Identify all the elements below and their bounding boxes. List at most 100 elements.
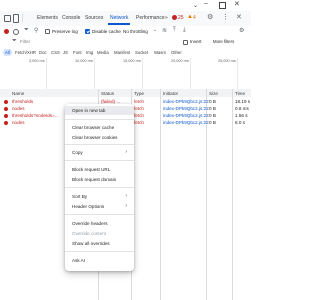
- request-initiator[interactable]: index-DPk9Qbc2.js:22: [163, 98, 209, 105]
- invert-checkbox[interactable]: [183, 39, 188, 45]
- maximize-icon[interactable]: [219, 2, 226, 9]
- inspect-element-icon[interactable]: [4, 15, 11, 22]
- menu-item-clear-cache[interactable]: Clear browser cache: [72, 125, 114, 130]
- menu-item-ask-ai[interactable]: Ask AI: [72, 258, 85, 263]
- filter-input[interactable]: Filter: [20, 39, 30, 44]
- type-fetch-xhr[interactable]: Fetch/XHR: [13, 49, 38, 56]
- error-count[interactable]: 25: [178, 15, 184, 21]
- request-type: fetch: [134, 99, 144, 104]
- timeline-tick-label: 20,000 ms: [171, 59, 189, 63]
- request-time: 0.8 ms: [235, 106, 249, 111]
- minimize-icon[interactable]: –: [204, 0, 208, 7]
- request-name: thresholds: [12, 99, 34, 104]
- tab-divider: [22, 14, 23, 22]
- menu-item-header-options[interactable]: Header Options: [72, 204, 104, 209]
- timeline-tick-label: 10,000 ms: [75, 59, 93, 63]
- request-size: 0 B: [209, 106, 216, 111]
- more-options-icon[interactable]: ⋮: [222, 13, 229, 21]
- type-socket[interactable]: Socket: [133, 49, 150, 56]
- disable-cache-label: Disable cache: [92, 28, 121, 34]
- context-menu: Open in new tab Clear browser cache Clea…: [65, 104, 134, 271]
- request-initiator[interactable]: index-DPk9Qbc2.js:22: [163, 112, 209, 119]
- clear-icon[interactable]: [13, 28, 19, 35]
- window-top-strip: ⌄ – ✕: [0, 0, 251, 11]
- filter-icon[interactable]: ⏷: [24, 27, 29, 34]
- menu-separator: [65, 119, 134, 120]
- request-size: 0 B: [209, 99, 216, 104]
- tab-console[interactable]: Console: [62, 15, 80, 21]
- request-type: fetch: [134, 120, 144, 125]
- error-icon: [4, 113, 8, 118]
- menu-item-copy[interactable]: Copy: [72, 150, 83, 155]
- menu-item-override-headers[interactable]: Override headers: [72, 221, 108, 226]
- warning-count[interactable]: 4: [193, 15, 196, 21]
- column-divider[interactable]: [98, 89, 99, 97]
- column-initiator[interactable]: Initiator: [163, 91, 178, 96]
- type-other[interactable]: Other: [169, 49, 184, 56]
- tab-sources[interactable]: Sources: [85, 15, 103, 21]
- tab-performance[interactable]: Performance: [136, 15, 165, 21]
- column-type[interactable]: Type: [134, 91, 144, 96]
- more-tabs-button[interactable]: »: [165, 15, 168, 21]
- tab-elements[interactable]: Elements: [37, 15, 58, 21]
- tab-network[interactable]: Network: [107, 15, 131, 25]
- request-name: thresholds?nodeIds=...: [12, 113, 59, 118]
- request-initiator[interactable]: index-DPk9Qbc2.js:22: [163, 105, 209, 112]
- record-icon[interactable]: [4, 28, 9, 34]
- wifi-icon[interactable]: ≋: [162, 27, 167, 34]
- type-css[interactable]: CSS: [49, 49, 62, 56]
- preserve-log-checkbox[interactable]: [45, 29, 50, 34]
- column-size[interactable]: Size: [209, 91, 218, 96]
- gear-icon[interactable]: ⚙: [207, 13, 213, 21]
- menu-item-block-domain[interactable]: Block request domain: [72, 177, 116, 182]
- network-settings-icon[interactable]: ⚙: [239, 27, 244, 34]
- close-window-icon[interactable]: ✕: [234, 0, 240, 8]
- type-img[interactable]: Img: [84, 49, 95, 56]
- column-divider: [232, 97, 233, 300]
- column-name[interactable]: Name: [12, 91, 24, 96]
- column-divider[interactable]: [232, 89, 233, 97]
- close-devtools-icon[interactable]: ✕: [236, 13, 242, 21]
- timeline-overview[interactable]: 3,000 ms 10,000 ms 15,000 ms 20,000 ms 2…: [0, 58, 251, 90]
- disable-cache-checkbox[interactable]: [85, 29, 90, 34]
- timeline-tick-label: 3,000 ms: [29, 59, 45, 63]
- column-divider[interactable]: [131, 89, 132, 97]
- error-icon: [4, 99, 8, 104]
- column-divider[interactable]: [160, 89, 161, 97]
- search-icon[interactable]: ⚲: [34, 27, 38, 34]
- menu-separator: [65, 251, 134, 252]
- chevron-down-icon[interactable]: ⌄: [193, 2, 198, 9]
- column-status[interactable]: Status: [101, 91, 114, 96]
- menu-item-label: Open in new tab: [72, 108, 106, 113]
- menu-item-clear-cookies[interactable]: Clear browser cookies: [72, 135, 117, 140]
- menu-item-block-url[interactable]: Block request URL: [72, 167, 110, 172]
- type-manifest[interactable]: Manifest: [112, 49, 132, 56]
- request-initiator[interactable]: index-DPk9Qbc2.js:22: [163, 119, 209, 126]
- request-name: nodes: [12, 120, 25, 125]
- request-time: 8.0 s: [235, 120, 245, 125]
- request-time: 1.56 s: [235, 113, 248, 118]
- chevron-down-icon[interactable]: ⌄: [153, 27, 157, 33]
- type-wasm[interactable]: Wasm: [152, 49, 168, 56]
- menu-item-show-overrides[interactable]: Show all overrides: [72, 241, 110, 246]
- type-doc[interactable]: Doc: [37, 49, 49, 56]
- throttling-select[interactable]: No throttling: [123, 29, 148, 34]
- menu-item-sort-by[interactable]: Sort By: [72, 194, 87, 199]
- type-font[interactable]: Font: [71, 49, 84, 56]
- chevron-right-icon: ›: [125, 193, 127, 199]
- type-all[interactable]: All: [3, 49, 12, 56]
- device-toolbar-icon[interactable]: [13, 14, 19, 23]
- import-icon[interactable]: ⤒: [173, 27, 176, 34]
- export-icon[interactable]: ⤓: [183, 27, 186, 34]
- more-filters-dropdown[interactable]: More filters: [213, 39, 234, 44]
- type-media[interactable]: Media: [95, 49, 111, 56]
- error-icon: [4, 120, 8, 125]
- request-type: fetch: [134, 106, 144, 111]
- column-time[interactable]: Time: [235, 91, 245, 96]
- menu-item-open-new-tab[interactable]: Open in new tab: [65, 104, 134, 117]
- type-js[interactable]: JS: [61, 49, 70, 56]
- column-divider[interactable]: [206, 89, 207, 97]
- error-icon[interactable]: [172, 15, 177, 20]
- request-size: 0 B: [209, 120, 216, 125]
- filter-icon: ⏷: [12, 38, 17, 44]
